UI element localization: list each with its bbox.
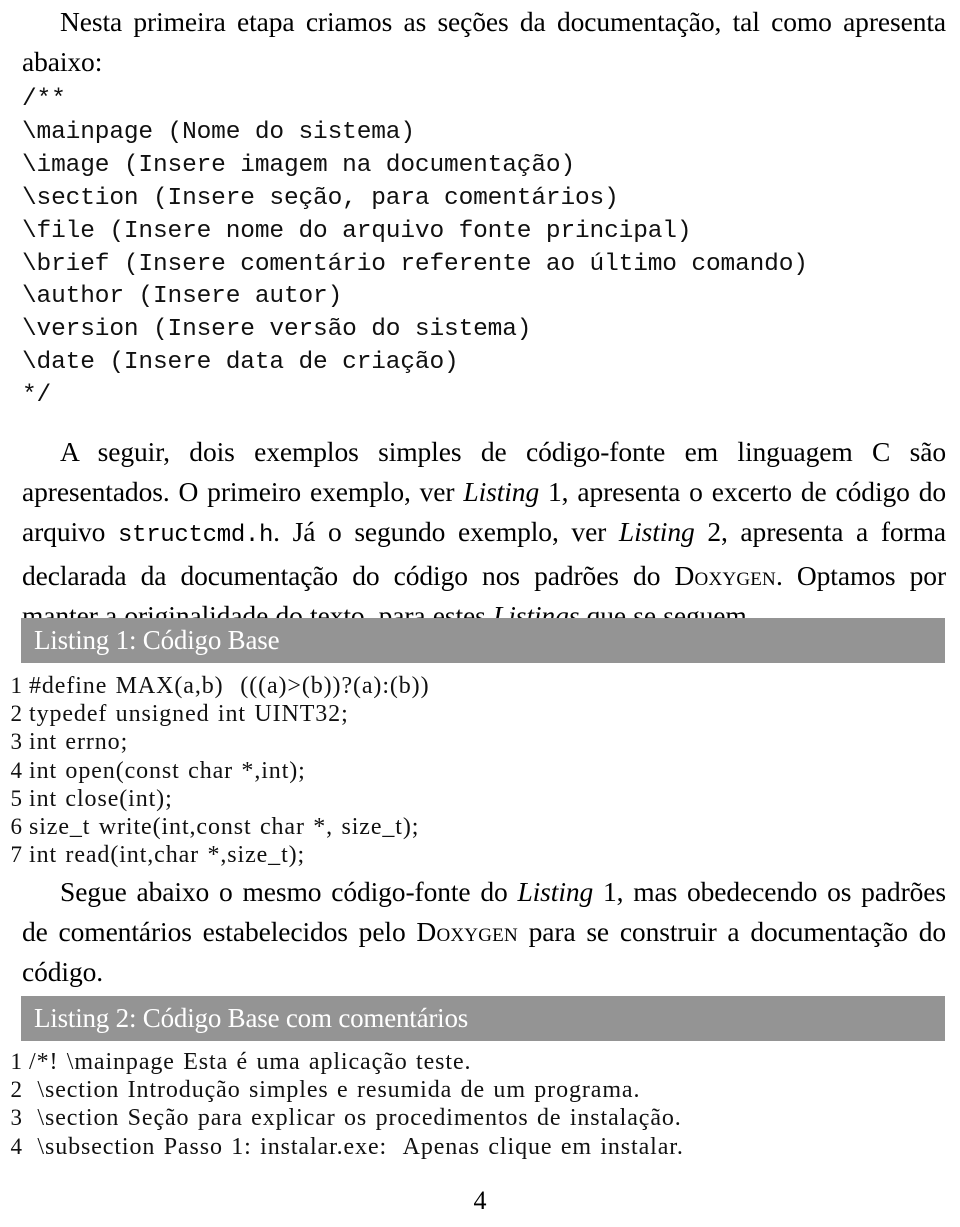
- text-smallcaps-doxygen: Doxygen: [416, 916, 518, 947]
- line-number: 4: [10, 1133, 23, 1159]
- line-number: 5: [10, 785, 23, 811]
- listing-1-caption-bar: Listing 1: Código Base: [21, 618, 945, 663]
- verbatim-line: \date (Insere data de criação): [22, 349, 459, 377]
- text-smallcaps-doxygen: Doxygen: [674, 560, 776, 591]
- line-number: 1: [10, 673, 23, 698]
- paragraph-intro: Nesta primeira etapa criamos as seções d…: [22, 2, 946, 82]
- line-number: 7: [10, 842, 23, 868]
- document-page: Nesta primeira etapa criamos as seções d…: [0, 0, 960, 1227]
- text-run: Segue abaixo o mesmo código-fonte do: [60, 876, 518, 907]
- line-code: int open(const char *,int);: [29, 757, 306, 784]
- verbatim-block: /** \mainpage (Nome do sistema) \image (…: [22, 84, 942, 413]
- code-line: 3 int errno;: [4, 728, 956, 756]
- verbatim-line: \author (Insere autor): [22, 283, 343, 311]
- code-line: 4 int open(const char *,int);: [4, 757, 956, 785]
- line-number: 3: [10, 729, 23, 755]
- line-code: size_t write(int,const char *, size_t);: [29, 814, 420, 841]
- code-line: 6 size_t write(int,const char *, size_t);: [4, 813, 956, 841]
- listing-2-caption-bar: Listing 2: Código Base com comentários: [21, 996, 945, 1041]
- text-run: . Já o segundo exemplo, ver: [273, 516, 619, 547]
- paragraph-after-verbatim: A seguir, dois exemplos simples de códig…: [22, 432, 946, 636]
- line-code: \subsection Passo 1: instalar.exe: Apena…: [29, 1133, 684, 1160]
- code-line: 1 #define MAX(a,b) (((a)>(b))?(a):(b)): [4, 672, 956, 700]
- verbatim-line: \image (Insere imagem na documentação): [22, 151, 575, 179]
- code-line: 1/*! \mainpage Esta é uma aplicação test…: [4, 1048, 956, 1076]
- verbatim-line: \section (Insere seção, para comentários…: [22, 184, 619, 212]
- text-italic-listing: Listing: [618, 516, 695, 547]
- verbatim-line: */: [22, 382, 52, 410]
- text-mono-filename: structcmd.h: [118, 522, 274, 549]
- page-number: 4: [473, 1186, 487, 1215]
- line-code: /*! \mainpage Esta é uma aplicação teste…: [29, 1049, 472, 1075]
- verbatim-line: /**: [22, 86, 66, 113]
- code-line: 7 int read(int,char *,size_t);: [4, 841, 956, 869]
- line-code: int errno;: [29, 729, 129, 756]
- line-number: 1: [10, 1049, 23, 1074]
- line-code: int close(int);: [29, 785, 173, 812]
- line-number: 6: [10, 814, 23, 840]
- verbatim-line: \file (Insere nome do arquivo fonte prin…: [22, 217, 692, 245]
- line-code: \section Seção para explicar os procedim…: [29, 1105, 682, 1132]
- line-code: \section Introdução simples e resumida d…: [29, 1077, 641, 1104]
- line-code: int read(int,char *,size_t);: [29, 842, 306, 869]
- line-number: 2: [10, 701, 23, 727]
- code-line: 2 \section Introdução simples e resumida…: [4, 1076, 956, 1104]
- code-line: 4 \subsection Passo 1: instalar.exe: Ape…: [4, 1133, 956, 1161]
- listing-2-caption: Listing 2: Código Base com comentários: [34, 1003, 469, 1033]
- code-line: 2 typedef unsigned int UINT32;: [4, 700, 956, 728]
- verbatim-line: \version (Insere versão do sistema): [22, 316, 532, 344]
- listing-1-caption: Listing 1: Código Base: [34, 625, 280, 655]
- verbatim-line: \mainpage (Nome do sistema): [22, 118, 415, 146]
- verbatim-line: \brief (Insere comentário referente ao ú…: [22, 250, 808, 278]
- line-code: typedef unsigned int UINT32;: [29, 701, 349, 728]
- text-italic-listing: Listing: [517, 876, 594, 907]
- line-number: 4: [10, 757, 23, 783]
- line-number: 2: [10, 1077, 23, 1103]
- paragraph-between-listings: Segue abaixo o mesmo código-fonte do Lis…: [22, 872, 946, 992]
- code-line: 3 \section Seção para explicar os proced…: [4, 1104, 956, 1132]
- line-number: 3: [10, 1105, 23, 1131]
- listing-2-code: 1/*! \mainpage Esta é uma aplicação test…: [4, 1048, 956, 1161]
- text-italic-listing: Listing: [463, 476, 540, 507]
- code-line: 5 int close(int);: [4, 785, 956, 813]
- listing-1-code: 1 #define MAX(a,b) (((a)>(b))?(a):(b)) 2 ty…: [4, 672, 956, 869]
- line-code: #define MAX(a,b) (((a)>(b))?(a):(b)): [29, 673, 430, 699]
- paragraph-intro-text: Nesta primeira etapa criamos as seções d…: [22, 6, 946, 77]
